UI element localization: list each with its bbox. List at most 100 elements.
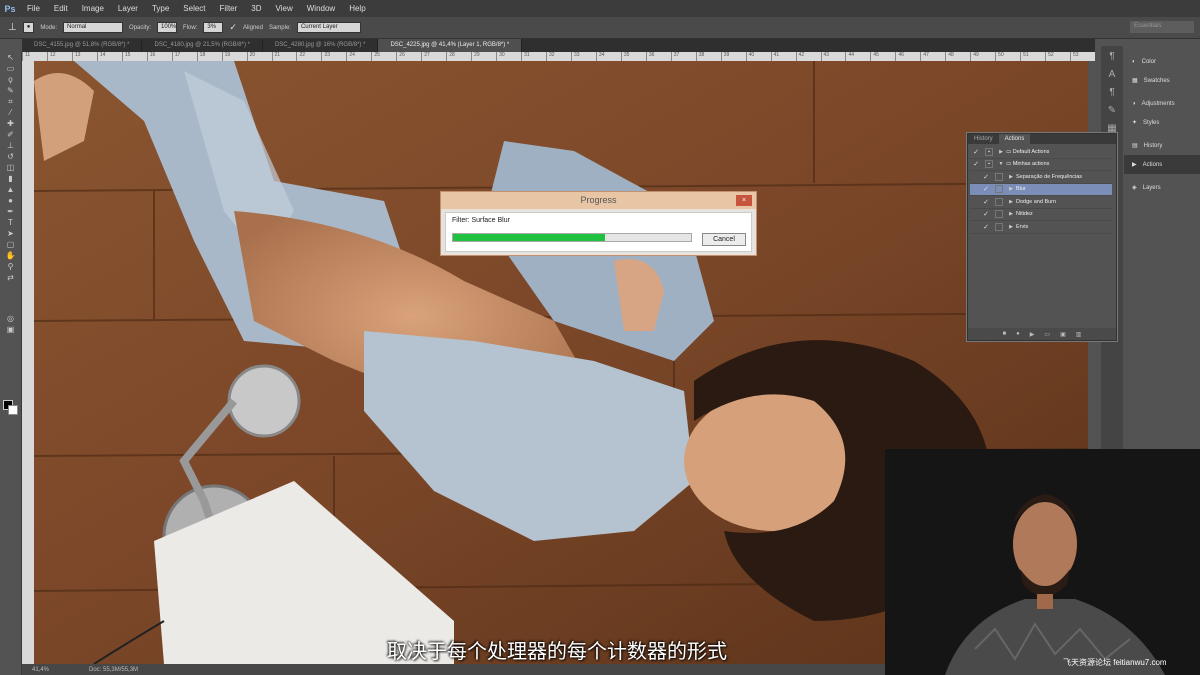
document-size[interactable]: Doc: 55,3M/55,3M: [89, 667, 138, 673]
action-set-minhas[interactable]: ✓ ▪ ▼ ▭ Minhas actions: [970, 159, 1112, 171]
action-item[interactable]: ✓ ▶ Dodge and Burn: [970, 196, 1112, 209]
expand-arrow-icon[interactable]: ▶: [1006, 174, 1016, 180]
gradient-tool-icon[interactable]: ▮: [5, 173, 17, 184]
play-icon[interactable]: ▶: [1030, 331, 1035, 338]
check-icon[interactable]: ✓: [980, 223, 992, 231]
tab-dsc-4225[interactable]: DSC_4225.jpg @ 41,4% (Layer 1, RGB/8*) *: [378, 39, 523, 52]
blur-tool-icon[interactable]: ▲: [5, 184, 17, 195]
swap-colors-icon[interactable]: ⇄: [5, 272, 17, 283]
action-item[interactable]: ✓ ▶ Ervis: [970, 221, 1112, 234]
menu-layer[interactable]: Layer: [111, 4, 145, 13]
zoom-level[interactable]: 41,4%: [32, 667, 49, 673]
background-color-swatch[interactable]: [8, 405, 18, 415]
dock-adjustments[interactable]: ◑ Adjustments: [1124, 94, 1200, 113]
history-brush-tool-icon[interactable]: ↺: [5, 151, 17, 162]
lasso-tool-icon[interactable]: ϙ: [5, 74, 17, 85]
quick-mask-icon[interactable]: ◎: [5, 313, 17, 324]
dialog-toggle[interactable]: [995, 185, 1003, 194]
check-icon[interactable]: ✓: [980, 173, 992, 181]
styles-icon: ✦: [1132, 120, 1138, 126]
ruler-tick: 31: [521, 52, 546, 61]
clone-stamp-tool-icon[interactable]: ⊥: [5, 140, 17, 151]
expand-arrow-icon[interactable]: ▶: [1006, 211, 1016, 217]
check-icon[interactable]: ✓: [980, 198, 992, 206]
check-icon[interactable]: ✓: [980, 185, 992, 193]
collapse-arrow-icon[interactable]: ▼: [996, 161, 1006, 167]
check-icon[interactable]: ✓: [970, 148, 982, 156]
menu-file[interactable]: File: [20, 4, 47, 13]
screen-mode-icon[interactable]: ▣: [5, 324, 17, 335]
menu-select[interactable]: Select: [176, 4, 212, 13]
workspace-switcher[interactable]: Essentials: [1130, 21, 1194, 33]
expand-arrow-icon[interactable]: ▶: [1006, 224, 1016, 230]
quick-select-tool-icon[interactable]: ✎: [5, 85, 17, 96]
clone-stamp-icon[interactable]: ⊥: [8, 22, 17, 33]
brush-preset-picker[interactable]: ●: [22, 22, 35, 33]
cancel-button[interactable]: Cancel: [702, 233, 746, 246]
menu-3d[interactable]: 3D: [244, 4, 268, 13]
character-icon[interactable]: A: [1106, 69, 1118, 81]
pen-tool-icon[interactable]: ✒: [5, 206, 17, 217]
marquee-tool-icon[interactable]: ▭: [5, 63, 17, 74]
menu-type[interactable]: Type: [145, 4, 176, 13]
shape-tool-icon[interactable]: ▢: [5, 239, 17, 250]
dock-layers[interactable]: ◈ Layers: [1124, 178, 1200, 197]
menu-edit[interactable]: Edit: [47, 4, 75, 13]
menu-help[interactable]: Help: [342, 4, 372, 13]
stop-icon[interactable]: ■: [1003, 331, 1007, 337]
menu-image[interactable]: Image: [75, 4, 111, 13]
expand-arrow-icon[interactable]: ▶: [1006, 186, 1016, 192]
menu-filter[interactable]: Filter: [213, 4, 245, 13]
eraser-tool-icon[interactable]: ◫: [5, 162, 17, 173]
dodge-tool-icon[interactable]: ●: [5, 195, 17, 206]
paragraph-icon[interactable]: ¶: [1106, 51, 1118, 63]
check-icon[interactable]: ✓: [970, 160, 982, 168]
menu-view[interactable]: View: [269, 4, 300, 13]
action-item-selected[interactable]: ✓ ▶ Blur: [970, 183, 1112, 196]
tab-dsc-4180[interactable]: DSC_4180.jpg @ 21,5% (RGB/8*) *: [142, 39, 263, 52]
dock-history[interactable]: ▤ History: [1124, 136, 1200, 155]
dock-color[interactable]: ◐ Color: [1124, 52, 1200, 71]
dialog-toggle[interactable]: ▪: [985, 147, 993, 156]
paragraph-styles-icon[interactable]: ¶: [1106, 87, 1118, 99]
dialog-toggle[interactable]: [995, 197, 1003, 206]
tab-dsc-4280[interactable]: DSC_4280.jpg @ 16% (RGB/8*) *: [263, 39, 379, 52]
healing-brush-tool-icon[interactable]: ✚: [5, 118, 17, 129]
path-select-tool-icon[interactable]: ➤: [5, 228, 17, 239]
action-item[interactable]: ✓ ▶ Separação de Frequências: [970, 171, 1112, 184]
brush-presets-icon[interactable]: ✎: [1106, 105, 1118, 117]
move-tool-icon[interactable]: ↖: [5, 52, 17, 63]
menu-window[interactable]: Window: [300, 4, 342, 13]
action-item[interactable]: ✓ ▶ Nitidez: [970, 209, 1112, 221]
dock-swatches[interactable]: ▦ Swatches: [1124, 71, 1200, 90]
expand-arrow-icon[interactable]: ▶: [996, 149, 1006, 155]
crop-tool-icon[interactable]: ⌗: [5, 96, 17, 107]
brush-tool-icon[interactable]: ✐: [5, 129, 17, 140]
dialog-toggle[interactable]: [995, 172, 1003, 181]
check-icon[interactable]: ✓: [980, 210, 992, 218]
dialog-toggle[interactable]: ▪: [985, 160, 993, 169]
dialog-toggle[interactable]: [995, 210, 1003, 219]
action-set-default[interactable]: ✓ ▪ ▶ ▭ Default Actions: [970, 146, 1112, 159]
eyedropper-tool-icon[interactable]: ⁄: [5, 107, 17, 118]
tab-history[interactable]: History: [968, 134, 999, 144]
new-set-icon[interactable]: ▭: [1044, 331, 1050, 338]
tab-actions[interactable]: Actions: [998, 134, 1031, 144]
record-icon[interactable]: ●: [1016, 331, 1020, 337]
dialog-toggle[interactable]: [995, 222, 1003, 231]
opacity-input[interactable]: 100%: [157, 22, 178, 33]
sample-select[interactable]: Current Layer: [296, 22, 361, 33]
new-action-icon[interactable]: ▣: [1060, 331, 1066, 338]
dock-styles[interactable]: ✦ Styles: [1124, 113, 1200, 132]
flow-input[interactable]: 3%: [203, 22, 224, 33]
expand-arrow-icon[interactable]: ▶: [1006, 199, 1016, 205]
mode-select[interactable]: Normal: [63, 22, 124, 33]
aligned-checkbox[interactable]: ✓: [229, 22, 237, 33]
close-button[interactable]: ×: [736, 195, 752, 206]
tab-dsc-4155[interactable]: DSC_4155.jpg @ 51,8% (RGB/8*) *: [22, 39, 143, 52]
type-tool-icon[interactable]: T: [5, 217, 17, 228]
zoom-tool-icon[interactable]: ⚲: [5, 261, 17, 272]
hand-tool-icon[interactable]: ✋: [5, 250, 17, 261]
dock-actions[interactable]: ▶ Actions: [1124, 155, 1200, 174]
trash-icon[interactable]: ▥: [1076, 331, 1082, 338]
